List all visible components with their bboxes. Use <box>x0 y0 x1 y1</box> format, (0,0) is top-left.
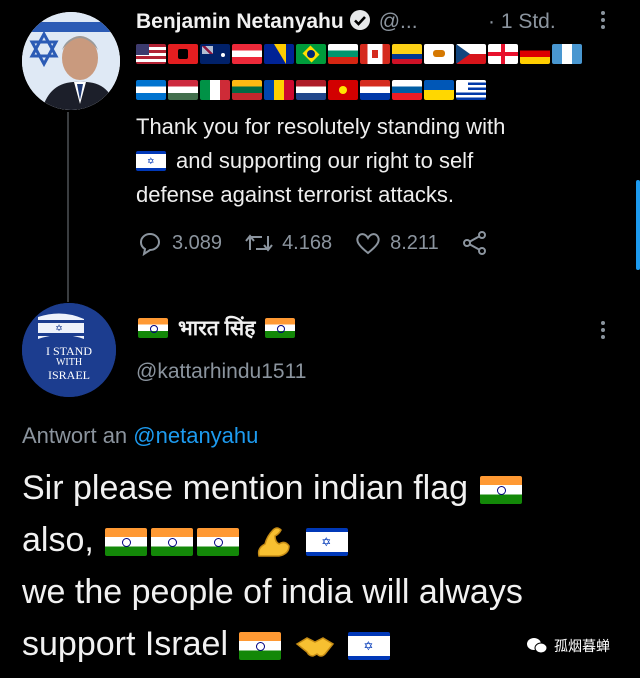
flag-israel-icon: ✡ <box>306 528 349 557</box>
flag-israel-icon: ✡ <box>136 151 166 171</box>
tweet1-text-line3: defense against terrorist attacks. <box>136 182 454 207</box>
tweet2-line4: support Israel <box>22 625 228 663</box>
share-button[interactable] <box>461 230 497 256</box>
avatar-text-3: ISRAEL <box>48 368 90 382</box>
flag-india-icon <box>105 528 148 557</box>
flag-north-macedonia-icon <box>328 80 358 100</box>
flag-australia-icon <box>200 44 230 64</box>
flag-india-icon <box>239 632 282 661</box>
tweet-time[interactable]: · 1 Std. <box>488 6 556 38</box>
tweet1-text-line2: and supporting our right to self <box>176 148 474 173</box>
thread-line <box>67 112 69 302</box>
flag-row-2 <box>136 80 486 100</box>
flag-czechia-icon <box>456 44 486 64</box>
flag-italy-icon <box>200 80 230 100</box>
reply-icon <box>140 233 160 256</box>
flag-honduras-icon <box>136 80 166 100</box>
flag-germany-icon <box>520 44 550 64</box>
flag-lithuania-icon <box>232 80 262 100</box>
flag-bosnia-icon <box>264 44 294 64</box>
flag-india-icon <box>151 528 194 557</box>
author2-name-row[interactable]: भारत सिंह <box>136 314 297 342</box>
flag-row-1 <box>136 44 582 64</box>
flag-india-icon <box>197 528 240 557</box>
more-vertical-icon[interactable] <box>598 318 608 342</box>
flag-brazil-icon <box>296 44 326 64</box>
flag-moldova-icon <box>264 80 294 100</box>
like-count: 8.211 <box>390 231 439 254</box>
retweet-button[interactable]: 4.168 <box>244 230 332 256</box>
reply-prefix: Antwort an <box>22 423 128 448</box>
tweet1-text: Thank you for resolutely standing with ✡… <box>136 110 616 212</box>
retweet-icon <box>245 234 273 252</box>
verified-badge-icon <box>349 9 371 36</box>
flag-uruguay-icon <box>456 80 486 100</box>
author2-handle[interactable]: @kattarhindu1511 <box>136 360 306 384</box>
flag-guatemala-icon <box>552 44 582 64</box>
flag-india-icon <box>138 318 168 338</box>
author2-name[interactable]: भारत सिंह <box>178 314 255 342</box>
tweet2-line1: Sir please mention indian flag <box>22 469 469 507</box>
reply-count: 3.089 <box>172 231 223 254</box>
flag-bulgaria-icon <box>328 44 358 64</box>
avatar-netanyahu[interactable] <box>22 12 120 110</box>
tweet2-line3: we the people of india will always <box>22 573 523 611</box>
flag-ukraine-icon <box>424 80 454 100</box>
flag-canada-icon <box>360 44 390 64</box>
tweet2-line2: also, <box>22 521 94 559</box>
flag-georgia-icon <box>488 44 518 64</box>
flag-india-icon <box>265 318 296 338</box>
watermark: 孤烟暮蝉 <box>526 636 610 656</box>
flag-israel-icon: ✡ <box>348 632 391 661</box>
like-button[interactable]: 8.211 <box>354 230 439 256</box>
flag-india-icon <box>479 476 522 505</box>
retweet-count: 4.168 <box>282 231 333 254</box>
reply-button[interactable]: 3.089 <box>136 230 222 256</box>
reply-mention-link[interactable]: @netanyahu <box>133 423 258 448</box>
tweet1-actions: 3.089 4.168 8.211 <box>136 230 519 256</box>
reply-context: Antwort an @netanyahu <box>22 423 258 449</box>
more-vertical-icon[interactable] <box>598 8 608 32</box>
author-handle[interactable]: @... <box>379 10 418 34</box>
flexed-biceps-icon <box>257 527 290 557</box>
flag-albania-icon <box>168 44 198 64</box>
flag-netherlands-icon <box>296 80 326 100</box>
author-name[interactable]: Benjamin Netanyahu <box>136 10 344 34</box>
flag-hungary-icon <box>168 80 198 100</box>
flag-slovenia-icon <box>392 80 422 100</box>
flag-usa-icon <box>136 44 166 64</box>
handshake-icon <box>295 637 335 657</box>
scrollbar[interactable] <box>636 180 640 270</box>
avatar-text-1: I STAND <box>45 344 93 358</box>
avatar-kattarhindu[interactable]: ✡ I STAND WITH ISRAEL <box>22 303 116 397</box>
wechat-icon <box>527 638 548 654</box>
heart-icon <box>356 233 380 255</box>
flag-paraguay-icon <box>360 80 390 100</box>
flag-cyprus-icon <box>424 44 454 64</box>
watermark-text: 孤烟暮蝉 <box>554 638 610 654</box>
share-icon <box>462 231 486 255</box>
flag-colombia-icon <box>392 44 422 64</box>
svg-text:✡: ✡ <box>55 324 63 334</box>
flag-austria-icon <box>232 44 262 64</box>
tweet1-text-line1: Thank you for resolutely standing with <box>136 114 506 139</box>
tweet1-header: Benjamin Netanyahu @... <box>136 6 418 38</box>
